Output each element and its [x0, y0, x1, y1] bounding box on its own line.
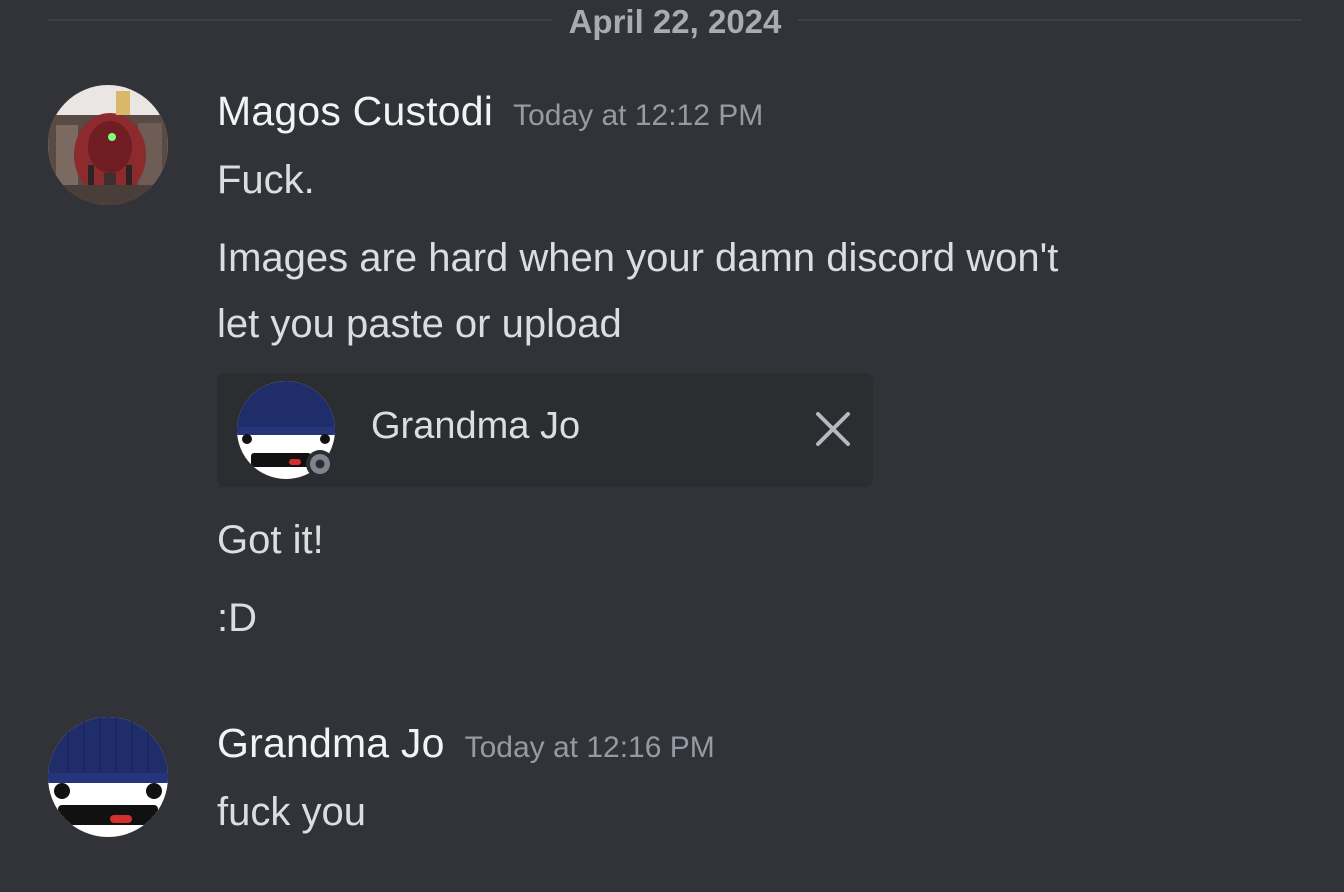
- close-icon[interactable]: [812, 408, 854, 450]
- timestamp[interactable]: Today at 12:12 PM: [513, 99, 763, 132]
- message-text: Got it!: [217, 518, 324, 562]
- date-divider-label: April 22, 2024: [568, 3, 782, 40]
- message-text: Images are hard when your damn discord w…: [217, 236, 1059, 280]
- avatar-image: [48, 717, 168, 837]
- username[interactable]: Grandma Jo: [217, 720, 445, 766]
- username[interactable]: Magos Custodi: [217, 88, 493, 134]
- avatar-magos-custodi[interactable]: [48, 85, 168, 205]
- message-text: let you paste or upload: [217, 302, 622, 346]
- card-username: Grandma Jo: [371, 405, 581, 447]
- date-divider: April 22, 2024: [48, 0, 1302, 42]
- divider-line-right: [798, 19, 1302, 21]
- message-text: :D: [217, 596, 257, 640]
- avatar-grandma-jo[interactable]: [48, 717, 168, 837]
- avatar-image: [48, 85, 168, 205]
- divider-line-left: [48, 19, 552, 21]
- chat-messages: April 22, 2024 Magos Custodi Today at 12:…: [0, 0, 1344, 892]
- card-avatar: [237, 381, 335, 479]
- message-text: fuck you: [217, 790, 366, 834]
- user-mention-card[interactable]: Grandma Jo: [217, 373, 873, 487]
- message-header: Grandma Jo Today at 12:16 PM: [217, 720, 715, 767]
- message-header: Magos Custodi Today at 12:12 PM: [217, 88, 763, 135]
- message-text: Fuck.: [217, 158, 315, 202]
- timestamp[interactable]: Today at 12:16 PM: [465, 731, 715, 764]
